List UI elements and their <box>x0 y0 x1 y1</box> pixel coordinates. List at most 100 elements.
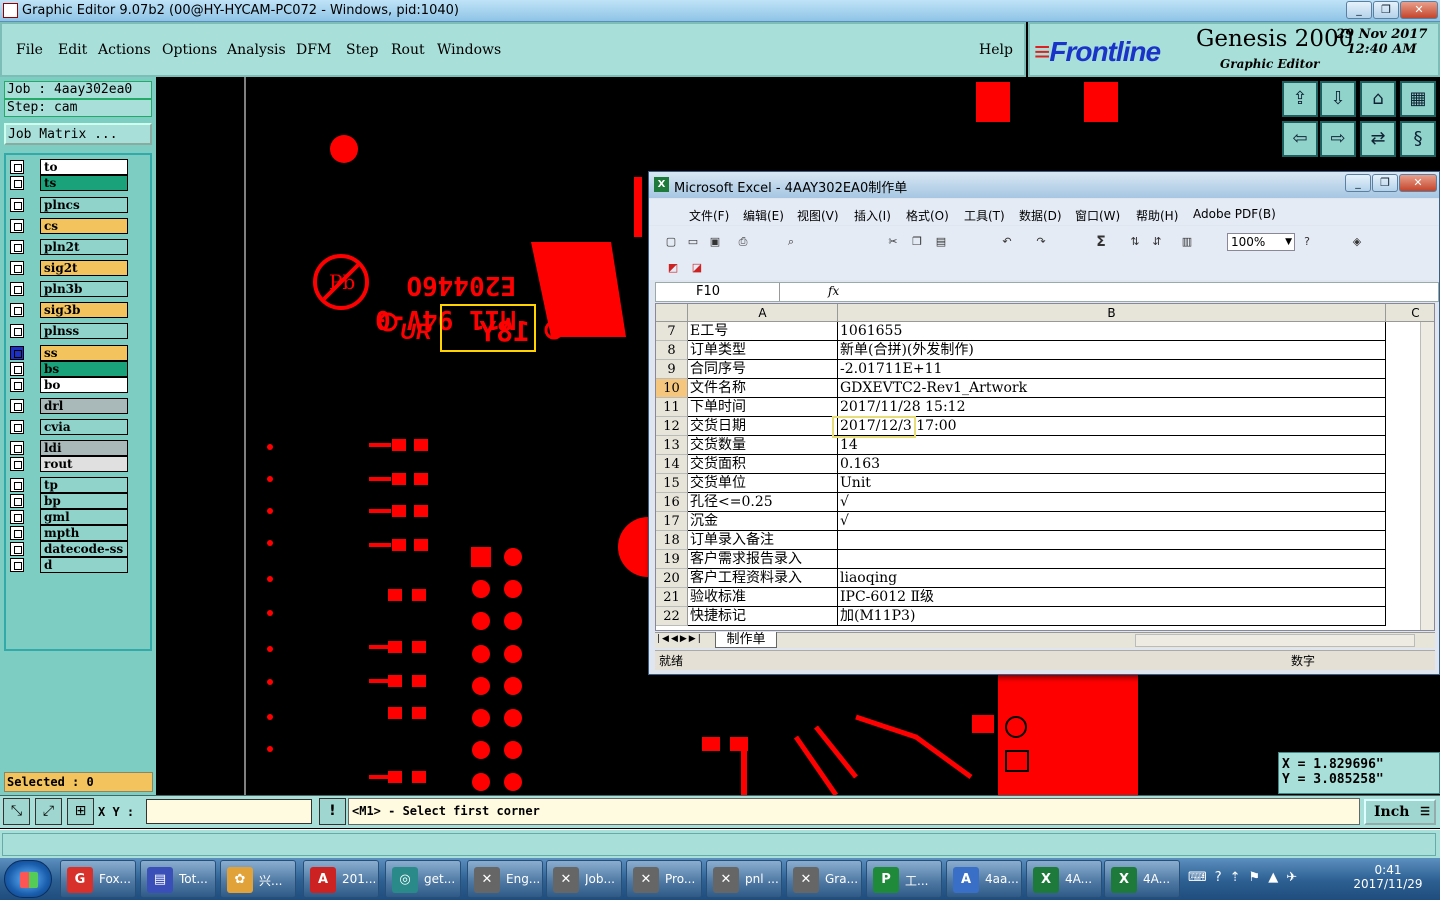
layer-checkbox[interactable] <box>10 441 24 455</box>
menu-windows[interactable]: Windows <box>437 42 501 58</box>
spreadsheet-grid[interactable]: A B C 7 E工号 1061655 8 订单类型 新单(合拼)(外发制作) 9 合同序号 -… <box>655 303 1435 631</box>
redo-icon[interactable]: ↷ <box>1033 234 1049 250</box>
menu-file[interactable]: File <box>16 42 43 58</box>
layer-checkbox[interactable] <box>10 303 24 317</box>
layer-label[interactable]: ts <box>40 175 128 191</box>
layer-label[interactable]: plncs <box>40 197 128 213</box>
cell-b[interactable]: 14 <box>838 436 1386 455</box>
layer-label[interactable]: to <box>40 159 128 175</box>
cell-b[interactable]: √ <box>838 493 1386 512</box>
layer-label[interactable]: bo <box>40 377 128 393</box>
job-matrix-button[interactable]: Job Matrix ... <box>4 123 152 145</box>
layer-checkbox[interactable] <box>10 324 24 338</box>
cell-b[interactable]: 2017/11/28 15:12 <box>838 398 1386 417</box>
row-header[interactable]: 9 <box>656 360 688 379</box>
menu-options[interactable]: Options <box>162 42 217 58</box>
tool-left-icon[interactable]: ⇦ <box>1282 121 1318 157</box>
layer-row-rout[interactable]: rout <box>8 456 128 472</box>
layer-label[interactable]: ldi <box>40 440 128 456</box>
copy-icon[interactable]: ❐ <box>909 234 925 250</box>
cell-a[interactable]: 孔径<=0.25 <box>688 493 838 512</box>
taskbar-item[interactable]: A 201... <box>303 860 379 898</box>
layer-label[interactable]: pln2t <box>40 239 128 255</box>
col-header-a[interactable]: A <box>688 304 838 322</box>
row-header[interactable]: 16 <box>656 493 688 512</box>
col-header-b[interactable]: B <box>838 304 1386 322</box>
layer-row-plncs[interactable]: plncs <box>8 197 128 213</box>
layer-label[interactable]: ss <box>40 345 128 361</box>
cell-b[interactable]: 1061655 <box>838 322 1386 341</box>
new-icon[interactable]: ▢ <box>663 234 679 250</box>
minimize-button[interactable]: _ <box>1346 1 1372 19</box>
row-header[interactable]: 22 <box>656 607 688 626</box>
excel-close-button[interactable]: ✕ <box>1399 174 1437 192</box>
cell-b[interactable]: √ <box>838 512 1386 531</box>
tool-down-icon[interactable]: ⇩ <box>1320 81 1356 117</box>
cell-a[interactable]: 沉金 <box>688 512 838 531</box>
layer-row-gml[interactable]: gml <box>8 509 128 525</box>
taskbar-item[interactable]: ✕ Pro... <box>626 860 702 898</box>
layer-row-ldi[interactable]: ldi <box>8 440 128 456</box>
excel-minimize-button[interactable]: _ <box>1345 174 1371 192</box>
preview-icon[interactable]: ⌕ <box>783 234 799 250</box>
layer-row-cvia[interactable]: cvia <box>8 419 128 435</box>
row-header[interactable]: 13 <box>656 436 688 455</box>
excel-menu-insert[interactable]: 插入(I) <box>854 207 891 224</box>
layer-checkbox[interactable] <box>10 362 24 376</box>
taskbar-item[interactable]: ◎ get... <box>385 860 461 898</box>
layer-label[interactable]: bp <box>40 493 128 509</box>
taskbar-item[interactable]: ▤ Tot... <box>140 860 216 898</box>
help-icon[interactable]: ? <box>1299 234 1315 250</box>
layer-checkbox[interactable] <box>10 261 24 275</box>
layer-row-to[interactable]: to <box>8 159 128 175</box>
layer-row-pln3b[interactable]: pln3b <box>8 281 128 297</box>
layer-checkbox[interactable] <box>10 457 24 471</box>
chart-wizard-icon[interactable]: ▥ <box>1179 234 1195 250</box>
autosum-icon[interactable]: Σ <box>1093 234 1109 250</box>
name-box[interactable]: F10 <box>656 283 780 301</box>
formula-input[interactable] <box>844 283 1434 301</box>
layer-row-bs[interactable]: bs <box>8 361 128 377</box>
menu-rout[interactable]: Rout <box>391 42 425 58</box>
vertical-scrollbar[interactable] <box>1420 322 1434 630</box>
excel-menu-help[interactable]: 帮助(H) <box>1136 207 1178 224</box>
layer-label[interactable]: sig2t <box>40 260 128 276</box>
cell-a[interactable]: 交货单位 <box>688 474 838 493</box>
excel-menu-view[interactable]: 视图(V) <box>797 207 839 224</box>
cell-b[interactable]: GDXEVTC2-Rev1_Artwork <box>838 379 1386 398</box>
cell-a[interactable]: 快捷标记 <box>688 607 838 626</box>
cell-a[interactable]: 交货面积 <box>688 455 838 474</box>
cell-b[interactable]: 0.163 <box>838 455 1386 474</box>
layer-label[interactable]: sig3b <box>40 302 128 318</box>
cell-a[interactable]: 交货日期 <box>688 417 838 436</box>
layer-label[interactable]: d <box>40 557 128 573</box>
excel-menu-adobe[interactable]: Adobe PDF(B) <box>1193 207 1276 221</box>
layer-row-plnss[interactable]: plnss <box>8 323 128 339</box>
pdf-mail-icon[interactable]: ◪ <box>689 260 705 276</box>
taskbar-item[interactable]: A 4aa... <box>946 860 1022 898</box>
paste-icon[interactable]: ▤ <box>933 234 949 250</box>
layer-label[interactable]: datecode-ss <box>40 541 128 557</box>
cell-b[interactable] <box>838 531 1386 550</box>
taskbar-item[interactable]: ✕ Eng... <box>467 860 543 898</box>
close-button[interactable]: ✕ <box>1400 1 1438 19</box>
layer-row-ts[interactable]: ts <box>8 175 128 191</box>
cell-b[interactable] <box>838 550 1386 569</box>
taskbar-item[interactable]: ✕ Job... <box>546 860 622 898</box>
row-header[interactable]: 21 <box>656 588 688 607</box>
sort-asc-icon[interactable]: ⇅ <box>1127 234 1143 250</box>
select-all-corner[interactable] <box>656 304 688 322</box>
layer-checkbox[interactable] <box>10 558 24 572</box>
taskbar-item[interactable]: ✕ Gra... <box>786 860 862 898</box>
cut-icon[interactable]: ✂ <box>885 234 901 250</box>
save-icon[interactable]: ▣ <box>707 234 723 250</box>
cell-b[interactable]: IPC-6012 Ⅱ级 <box>838 588 1386 607</box>
layer-checkbox[interactable] <box>10 282 24 296</box>
row-header[interactable]: 7 <box>656 322 688 341</box>
layer-row-sig3b[interactable]: sig3b <box>8 302 128 318</box>
row-header[interactable]: 15 <box>656 474 688 493</box>
cell-b[interactable]: 2017/12/3 17:00 <box>838 417 1386 436</box>
menu-help[interactable]: Help <box>979 42 1013 58</box>
menu-analysis[interactable]: Analysis <box>227 42 286 58</box>
taskbar-item[interactable]: X 4A... <box>1026 860 1102 898</box>
